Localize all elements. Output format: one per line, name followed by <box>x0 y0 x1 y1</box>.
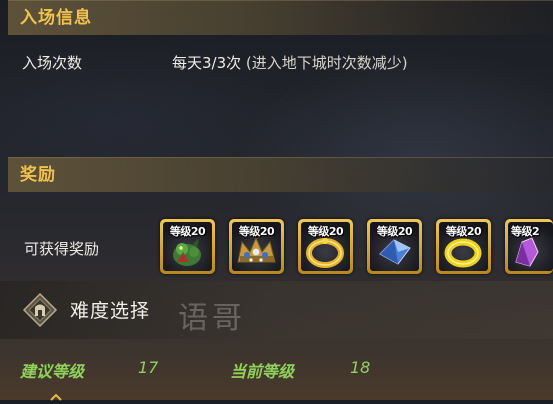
item-level-text: 等级20 <box>238 225 275 238</box>
item-level-text: 等级20 <box>307 225 344 238</box>
item-level-text: 等级20 <box>169 225 206 238</box>
reward-item-5[interactable]: 等级20 <box>436 219 491 274</box>
reward-label: 可获得奖励 <box>24 240 100 258</box>
reward-header: 奖励 <box>8 157 553 192</box>
difficulty-title: 难度选择 <box>70 300 151 322</box>
item-level-text: 等级20 <box>445 225 482 238</box>
reward-item-3[interactable]: 等级20 <box>298 219 353 274</box>
entry-info-title: 入场信息 <box>20 8 92 28</box>
current-level-value: 18 <box>350 358 371 377</box>
entry-count-value: 每天3/3次 (进入地下城时次数减少) <box>172 52 408 73</box>
reward-item-1[interactable]: 等级20 <box>160 219 215 274</box>
recommended-level-label: 建议等级 <box>20 362 85 381</box>
reward-item-6[interactable]: 等级2 <box>505 219 553 274</box>
difficulty-gate-icon <box>22 292 58 328</box>
watermark-text: 语哥 <box>178 301 246 336</box>
entry-count-label: 入场次数 <box>22 54 83 72</box>
item-level-text: 等级20 <box>376 225 413 238</box>
current-level-label: 当前等级 <box>230 362 295 381</box>
recommended-level-value: 17 <box>138 358 159 377</box>
chevron-up-icon <box>50 393 62 401</box>
entry-count-note: (进入地下城时次数减少) <box>241 54 408 72</box>
reward-item-4[interactable]: 等级20 <box>367 219 422 274</box>
item-level-text: 等级2 <box>511 225 540 238</box>
reward-title: 奖励 <box>20 165 56 185</box>
entry-count-number: 每天3/3次 <box>172 54 242 72</box>
reward-item-2[interactable]: 等级20 <box>229 219 284 274</box>
entry-info-header: 入场信息 <box>8 0 553 35</box>
